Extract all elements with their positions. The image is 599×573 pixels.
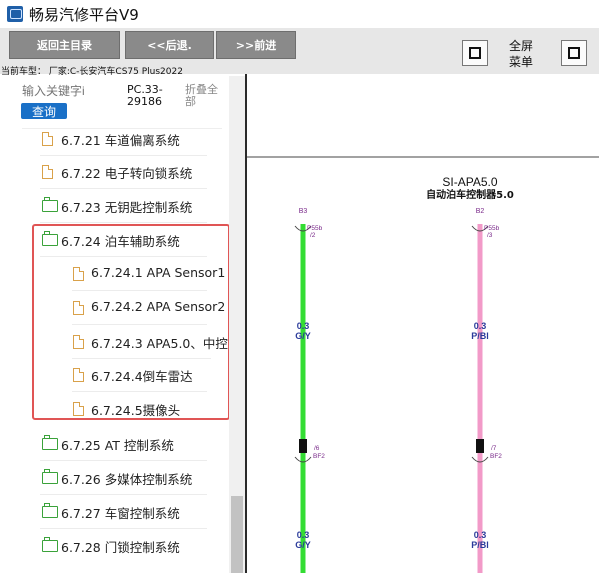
- connector-block: [476, 439, 484, 453]
- tree-item-label: 6.7.21 车道偏离系统: [61, 133, 180, 148]
- connector-label: P55b: [484, 225, 500, 232]
- app-title: 畅易汽修平台V9: [29, 6, 139, 24]
- tree-item-6-7-23[interactable]: 6.7.23 无钥匙控制系统: [0, 189, 225, 223]
- tree-item-6-7-28[interactable]: 6.7.28 门锁控制系统: [0, 529, 225, 563]
- search-input[interactable]: [22, 84, 120, 98]
- expand-icon: [469, 47, 481, 59]
- connector-pin-label: /6: [314, 445, 320, 452]
- collapse-panel-button[interactable]: [561, 40, 587, 66]
- wire-color-code: P/Bl: [471, 540, 489, 550]
- folder-icon: [42, 503, 58, 518]
- pin-label: B2: [476, 208, 485, 215]
- pin-label: B3: [299, 208, 308, 215]
- folder-icon: [42, 197, 58, 212]
- folder-icon: [42, 537, 58, 552]
- wire-1: B3 P55b /2 0.3 G/Y /6 BF2 0.3 G/Y: [294, 208, 325, 573]
- module-name: SI-APA5.0: [442, 175, 497, 189]
- back-to-main-button[interactable]: 返回主目录: [9, 31, 120, 59]
- wire-gauge: 0.3: [297, 321, 310, 331]
- connector-pin-label: /7: [491, 445, 497, 452]
- pc-code: PC.33-29186: [127, 83, 163, 108]
- folder-icon: [42, 469, 58, 484]
- connector-pin-label: /3: [487, 232, 493, 239]
- tree-item-label: 6.7.22 电子转向锁系统: [61, 166, 193, 181]
- collapse-all-link[interactable]: 折叠全部: [185, 84, 225, 108]
- document-icon: [42, 132, 53, 146]
- wire-2: B2 P55b /3 0.3 P/Bl /7 BF2 0.3 P/Bl: [471, 208, 502, 573]
- wire-gauge: 0.3: [297, 530, 310, 540]
- connector-label: BF2: [490, 453, 502, 460]
- tree-item-6-7-21[interactable]: 6.7.21 车道偏离系统: [0, 122, 225, 156]
- connector-block: [299, 439, 307, 453]
- wiring-diagram: SI-APA5.0 自动泊车控制器5.0 B3 P55b /2 0.3 G/Y …: [247, 74, 599, 573]
- folder-icon: [42, 435, 58, 450]
- module-desc: 自动泊车控制器5.0: [426, 188, 514, 201]
- back-button[interactable]: <<后退.: [125, 31, 214, 59]
- tree-item-6-7-25[interactable]: 6.7.25 AT 控制系统: [0, 427, 225, 461]
- app-logo-icon: [7, 6, 23, 22]
- tree-item-label: 6.7.23 无钥匙控制系统: [61, 200, 193, 215]
- vehicle-info: 当前车型： 厂家:C-长安汽车CS75 Plus2022: [1, 67, 183, 77]
- tree-item-label: 6.7.27 车窗控制系统: [61, 506, 180, 521]
- tree-item-label: 6.7.26 多媒体控制系统: [61, 472, 193, 487]
- diagram-canvas: SI-APA5.0 自动泊车控制器5.0 B3 P55b /2 0.3 G/Y …: [247, 156, 599, 573]
- fullscreen-label-line1: 全屏: [508, 39, 533, 53]
- scrollbar-thumb[interactable]: [231, 496, 243, 573]
- wire-gauge: 0.3: [474, 321, 487, 331]
- tree-item-6-7-27[interactable]: 6.7.27 车窗控制系统: [0, 495, 225, 529]
- tree-item-6-7-22[interactable]: 6.7.22 电子转向锁系统: [0, 155, 225, 189]
- fullscreen-menu-label[interactable]: 全屏 菜单: [503, 38, 539, 70]
- search-button[interactable]: 查询: [21, 103, 67, 119]
- expand-panel-button[interactable]: [462, 40, 488, 66]
- document-icon: [42, 165, 53, 179]
- tree-item-6-7-26[interactable]: 6.7.26 多媒体控制系统: [0, 461, 225, 495]
- wire-color-code: G/Y: [295, 540, 311, 550]
- wire-gauge: 0.3: [474, 530, 487, 540]
- connector-label: BF2: [313, 453, 325, 460]
- wire-color-code: P/Bl: [471, 331, 489, 341]
- connector-pin-label: /2: [310, 232, 316, 239]
- tree-item-label: 6.7.25 AT 控制系统: [61, 438, 174, 453]
- wire-color-code: G/Y: [295, 331, 311, 341]
- tree-item-label: 6.7.28 门锁控制系统: [61, 540, 180, 555]
- collapse-icon: [568, 47, 580, 59]
- connector-label: P55b: [307, 225, 323, 232]
- fullscreen-label-line2: 菜单: [508, 55, 533, 69]
- forward-button[interactable]: >>前进: [216, 31, 296, 59]
- highlight-box: [32, 224, 230, 420]
